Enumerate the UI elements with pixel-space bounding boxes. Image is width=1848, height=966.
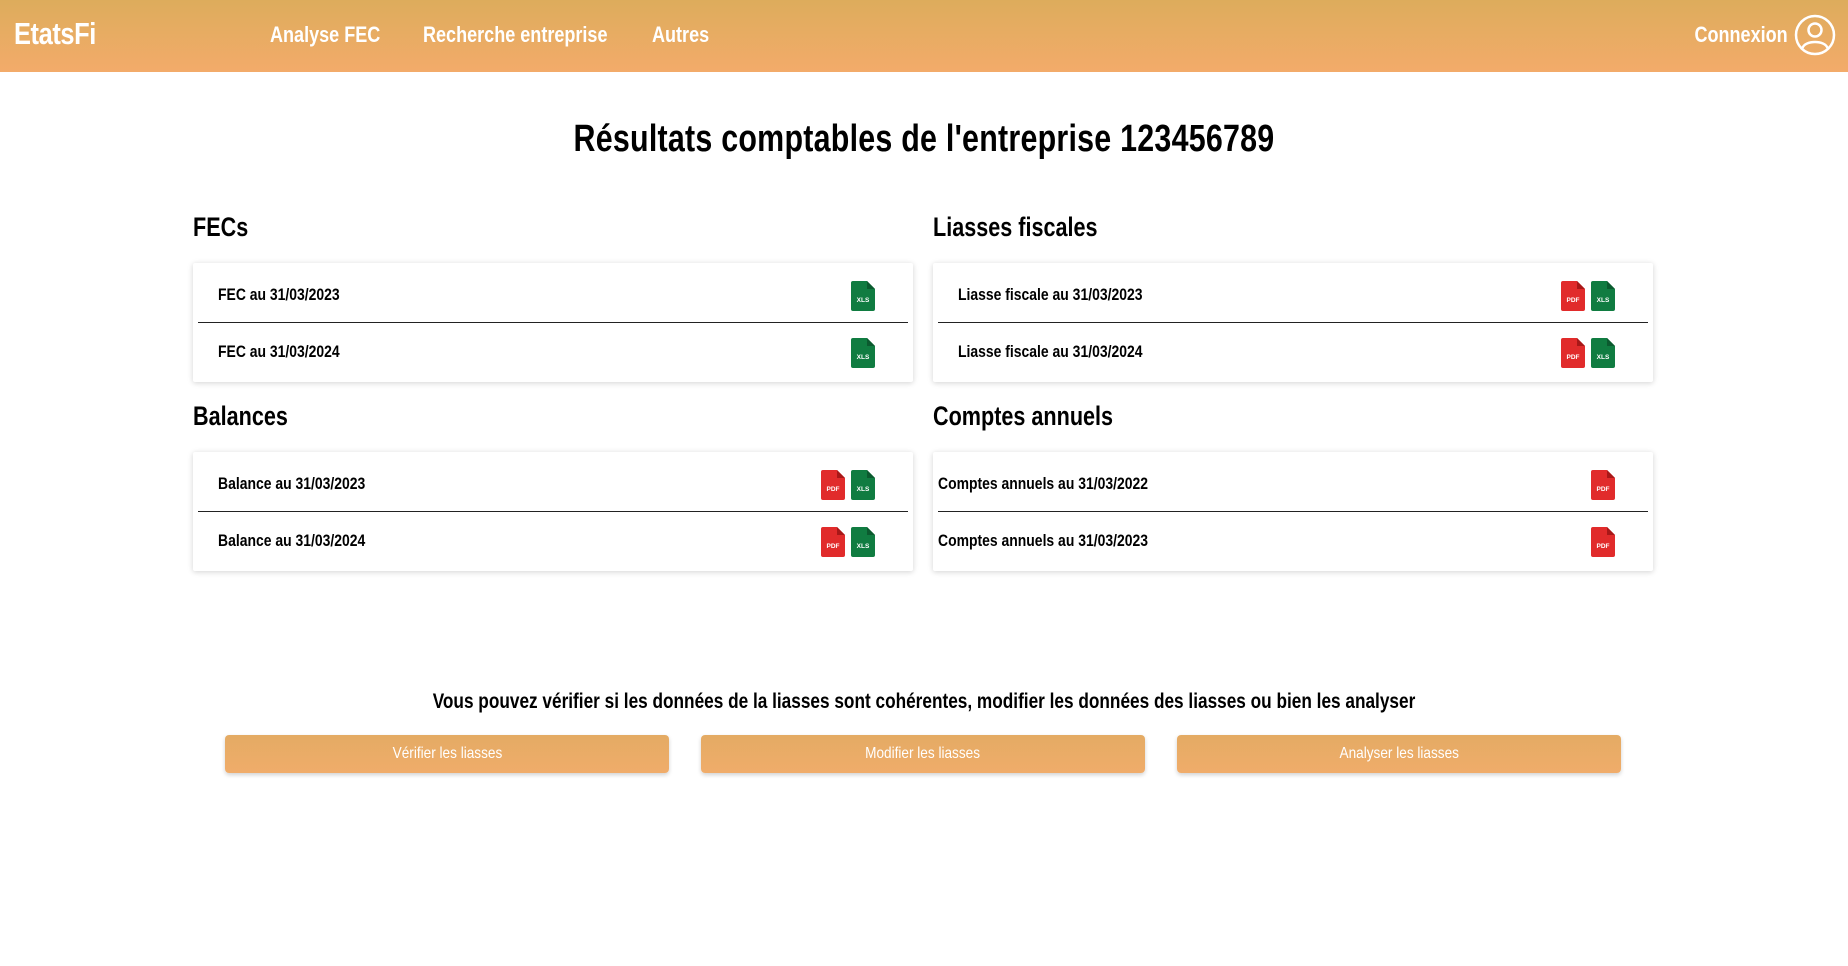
top-navbar: EtatsFi Analyse FEC Recherche entreprise…	[0, 0, 1848, 72]
nav-item-analyse-fec[interactable]: Analyse FEC	[270, 22, 380, 48]
pdf-file-icon[interactable]: PDF	[1591, 470, 1615, 500]
xls-file-icon[interactable]: XLS	[1591, 338, 1615, 368]
card-liasses: Liasse fiscale au 31/03/2023 PDF XLS Lia…	[933, 263, 1653, 382]
row-label: Balance au 31/03/2024	[218, 531, 366, 550]
icon-text-pdf: PDF	[1597, 486, 1610, 493]
card-comptes-annuels: Comptes annuels au 31/03/2022 PDF Compte…	[933, 452, 1653, 571]
xls-file-icon[interactable]: XLS	[851, 470, 875, 500]
xls-file-icon[interactable]: XLS	[851, 527, 875, 557]
list-item: Balance au 31/03/2024 PDF XLS	[198, 513, 908, 569]
list-item: Comptes annuels au 31/03/2022 PDF	[938, 456, 1648, 512]
icon-text-xls: XLS	[1597, 297, 1610, 304]
row-label: Comptes annuels au 31/03/2023	[938, 531, 1148, 550]
section-title-liasses: Liasses fiscales	[933, 212, 1098, 242]
row-label: Liasse fiscale au 31/03/2024	[958, 342, 1143, 361]
list-item: FEC au 31/03/2024 XLS	[198, 324, 908, 380]
page-title: Résultats comptables de l'entreprise 123…	[573, 118, 1275, 160]
pdf-file-icon[interactable]: PDF	[1561, 338, 1585, 368]
icon-text-xls: XLS	[857, 543, 870, 550]
xls-file-icon[interactable]: XLS	[1591, 281, 1615, 311]
row-label: Liasse fiscale au 31/03/2023	[958, 284, 1143, 304]
list-item: Liasse fiscale au 31/03/2023 PDF XLS	[938, 267, 1648, 323]
icon-text-xls: XLS	[857, 354, 870, 361]
list-item: FEC au 31/03/2023 XLS	[198, 267, 908, 323]
row-label: Comptes annuels au 31/03/2022	[938, 473, 1148, 493]
icon-text-xls: XLS	[1597, 354, 1610, 361]
verify-liasses-button[interactable]: Vérifier les liasses	[225, 735, 669, 773]
analyze-liasses-button[interactable]: Analyser les liasses	[1177, 735, 1621, 773]
icon-text-xls: XLS	[857, 486, 870, 493]
icon-text-pdf: PDF	[1597, 543, 1610, 550]
analyze-liasses-label: Analyser les liasses	[1339, 745, 1459, 762]
card-balances: Balance au 31/03/2023 PDF XLS Balance au…	[193, 452, 913, 571]
modify-liasses-button[interactable]: Modifier les liasses	[701, 735, 1145, 773]
xls-file-icon[interactable]: XLS	[851, 281, 875, 311]
list-item: Liasse fiscale au 31/03/2024 PDF XLS	[938, 324, 1648, 380]
xls-file-icon[interactable]: XLS	[851, 338, 875, 368]
login-button[interactable]: Connexion	[1674, 14, 1836, 56]
row-label: FEC au 31/03/2024	[218, 342, 340, 361]
pdf-file-icon[interactable]: PDF	[1591, 527, 1615, 557]
brand-logo[interactable]: EtatsFi	[14, 16, 96, 52]
instructions-text: Vous pouvez vérifier si les données de l…	[432, 690, 1416, 713]
section-title-comptes-annuels: Comptes annuels	[933, 401, 1114, 431]
icon-text-pdf: PDF	[1567, 297, 1580, 304]
nav-item-recherche-entreprise[interactable]: Recherche entreprise	[423, 22, 608, 48]
icon-text-pdf: PDF	[827, 543, 840, 550]
pdf-file-icon[interactable]: PDF	[821, 527, 845, 557]
pdf-file-icon[interactable]: PDF	[821, 470, 845, 500]
row-label: Balance au 31/03/2023	[218, 473, 366, 493]
user-circle-icon	[1794, 14, 1836, 56]
verify-liasses-label: Vérifier les liasses	[392, 745, 502, 762]
modify-liasses-label: Modifier les liasses	[865, 745, 981, 762]
nav-item-autres[interactable]: Autres	[652, 22, 709, 48]
card-fecs: FEC au 31/03/2023 XLS FEC au 31/03/2024 …	[193, 263, 913, 382]
list-item: Comptes annuels au 31/03/2023 PDF	[938, 513, 1648, 569]
section-title-balances: Balances	[193, 401, 288, 431]
icon-text-xls: XLS	[857, 297, 870, 304]
icon-text-pdf: PDF	[827, 486, 840, 493]
login-label: Connexion	[1694, 22, 1788, 47]
icon-text-pdf: PDF	[1567, 354, 1580, 361]
section-title-fecs: FECs	[193, 212, 249, 242]
row-label: FEC au 31/03/2023	[218, 284, 340, 304]
pdf-file-icon[interactable]: PDF	[1561, 281, 1585, 311]
list-item: Balance au 31/03/2023 PDF XLS	[198, 456, 908, 512]
